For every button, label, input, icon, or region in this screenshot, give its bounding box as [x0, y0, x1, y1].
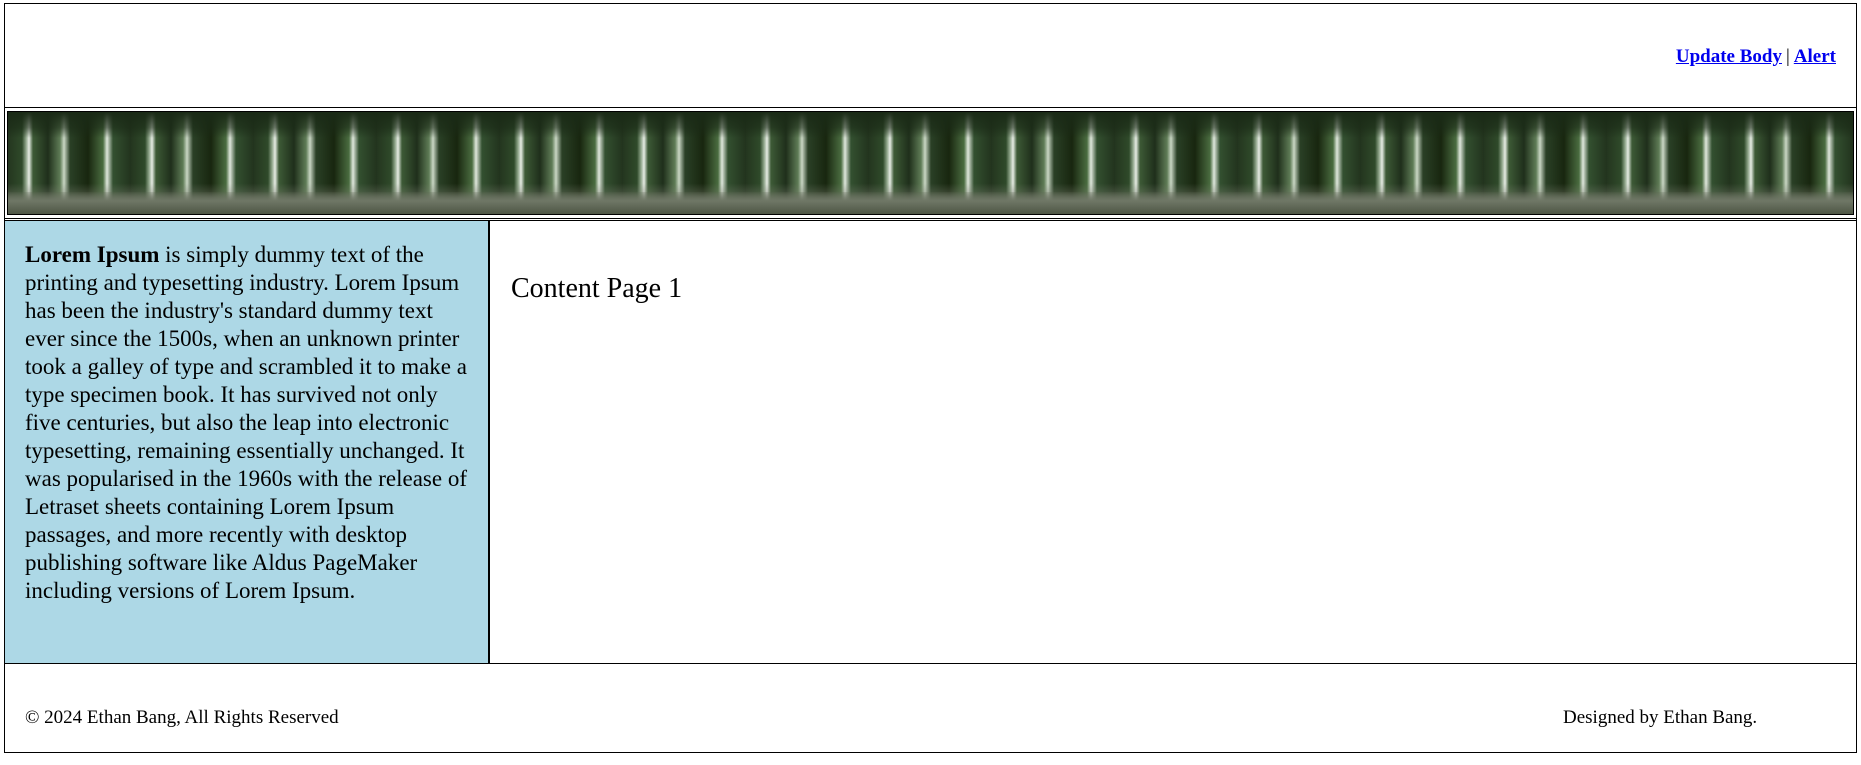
main-content: Content Page 1 — [490, 220, 1856, 664]
update-body-link[interactable]: Update Body — [1676, 46, 1782, 67]
header: Update Body | Alert — [5, 4, 1856, 108]
footer-copyright: © 2024 Ethan Bang, All Rights Reserved — [25, 707, 339, 728]
alert-link[interactable]: Alert — [1794, 46, 1836, 67]
forest-banner-image — [7, 111, 1854, 215]
sidebar-lead-text: Lorem Ipsum — [25, 242, 160, 267]
sidebar-body-text: is simply dummy text of the printing and… — [25, 242, 467, 603]
header-links: Update Body | Alert — [1676, 46, 1836, 68]
banner-ground-shade — [8, 192, 1853, 214]
link-separator: | — [1785, 46, 1790, 67]
footer: © 2024 Ethan Bang, All Rights Reserved D… — [5, 664, 1856, 752]
page-container: Update Body | Alert Lorem Ipsum is simply … — [4, 3, 1857, 753]
page-title: Content Page 1 — [511, 273, 683, 304]
footer-designer-credit: Designed by Ethan Bang. — [1563, 707, 1758, 728]
sidebar-panel: Lorem Ipsum is simply dummy text of the … — [5, 220, 490, 664]
banner-canopy-shade — [8, 112, 1853, 138]
